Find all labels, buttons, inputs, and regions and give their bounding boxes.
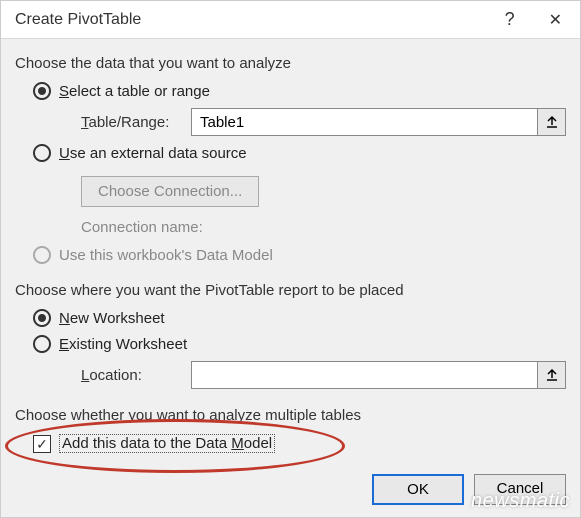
section-multiple-tables: Choose whether you want to analyze multi… xyxy=(15,407,566,453)
radio-icon xyxy=(33,335,51,353)
radio-icon xyxy=(33,82,51,100)
radio-existing-worksheet[interactable]: Existing Worksheet xyxy=(33,335,566,353)
ok-button[interactable]: OK xyxy=(372,474,464,505)
location-label: Location: xyxy=(81,367,181,384)
titlebar-controls: ? ✕ xyxy=(505,9,568,30)
location-input-wrap xyxy=(191,361,566,389)
dialog-buttons: OK Cancel xyxy=(372,474,566,505)
close-icon[interactable]: ✕ xyxy=(543,10,568,30)
connection-name-label: Connection name: xyxy=(81,219,566,236)
radio-workbook-data-model: Use this workbook's Data Model xyxy=(33,246,566,264)
radio-label: Use an external data source xyxy=(59,145,247,162)
collapse-dialog-icon[interactable] xyxy=(538,108,566,136)
section-analyze: Choose the data that you want to analyze… xyxy=(15,55,566,264)
radio-icon xyxy=(33,309,51,327)
table-range-label: Table/Range: xyxy=(81,114,181,131)
checkbox-icon xyxy=(33,435,51,453)
location-input[interactable] xyxy=(191,361,538,389)
radio-label: Existing Worksheet xyxy=(59,336,187,353)
table-range-input-wrap xyxy=(191,108,566,136)
location-row: Location: xyxy=(81,361,566,389)
titlebar: Create PivotTable ? ✕ xyxy=(1,1,580,39)
create-pivottable-dialog: Create PivotTable ? ✕ Choose the data th… xyxy=(0,0,581,518)
checkbox-label: Add this data to the Data Model xyxy=(59,434,275,453)
radio-select-table-range[interactable]: Select a table or range xyxy=(33,82,566,100)
table-range-input[interactable] xyxy=(191,108,538,136)
radio-icon xyxy=(33,246,51,264)
section-analyze-label: Choose the data that you want to analyze xyxy=(15,55,566,72)
section-placement-label: Choose where you want the PivotTable rep… xyxy=(15,282,566,299)
section-multiple-tables-label: Choose whether you want to analyze multi… xyxy=(15,407,566,424)
radio-label: Use this workbook's Data Model xyxy=(59,247,273,264)
radio-label: New Worksheet xyxy=(59,310,165,327)
radio-new-worksheet[interactable]: New Worksheet xyxy=(33,309,566,327)
help-icon[interactable]: ? xyxy=(505,9,515,30)
radio-external-source[interactable]: Use an external data source xyxy=(33,144,566,162)
choose-connection-button: Choose Connection... xyxy=(81,176,259,207)
radio-icon xyxy=(33,144,51,162)
collapse-dialog-icon[interactable] xyxy=(538,361,566,389)
table-range-row: Table/Range: xyxy=(81,108,566,136)
cancel-button[interactable]: Cancel xyxy=(474,474,566,505)
section-placement: Choose where you want the PivotTable rep… xyxy=(15,282,566,389)
checkbox-add-to-data-model[interactable]: Add this data to the Data Model xyxy=(33,434,566,453)
radio-label: Select a table or range xyxy=(59,83,210,100)
dialog-content: Choose the data that you want to analyze… xyxy=(1,39,580,481)
dialog-title: Create PivotTable xyxy=(15,11,141,29)
